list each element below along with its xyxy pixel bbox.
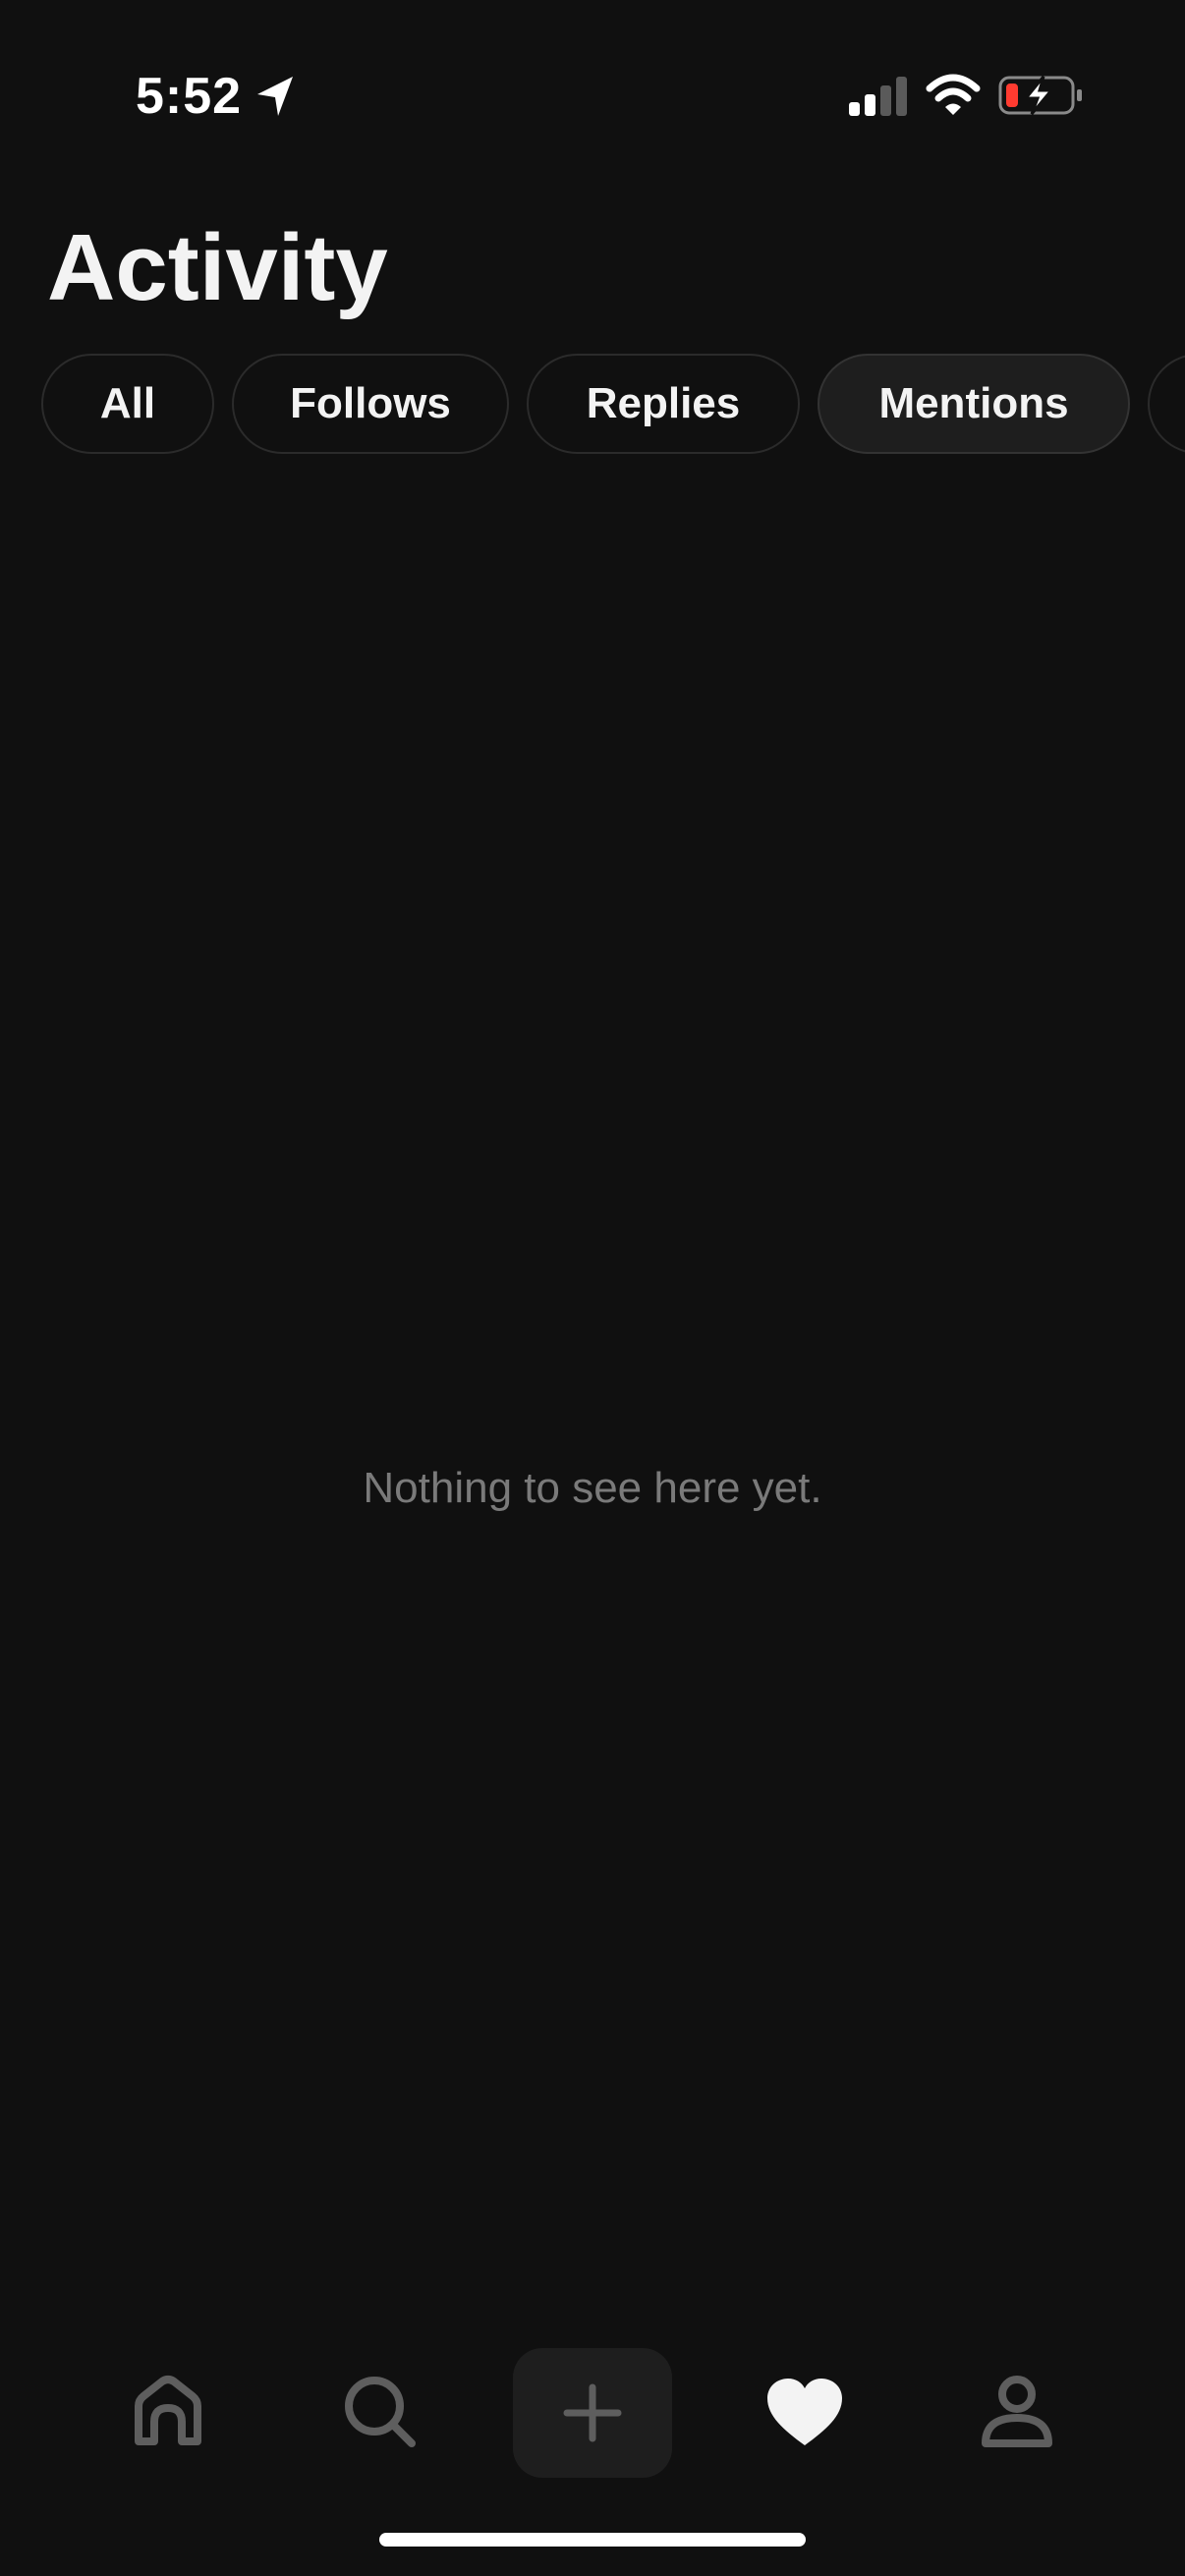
empty-state-message: Nothing to see here yet. (363, 1464, 822, 1512)
filter-chip-all[interactable]: All (41, 354, 214, 454)
status-bar: 5:52 (0, 0, 1185, 187)
filter-chip-mentions[interactable]: Mentions (818, 354, 1130, 454)
plus-icon (563, 2383, 622, 2442)
signal-icon (849, 77, 907, 116)
filter-chip-follows[interactable]: Follows (232, 354, 509, 454)
filter-chip-replies[interactable]: Replies (527, 354, 800, 454)
tab-create[interactable] (513, 2348, 672, 2478)
tab-activity[interactable] (741, 2338, 869, 2486)
tab-profile[interactable] (953, 2338, 1081, 2486)
status-time: 5:52 (136, 68, 243, 125)
tab-search[interactable] (316, 2338, 444, 2486)
profile-icon (982, 2376, 1052, 2447)
filter-chip-more[interactable] (1148, 354, 1185, 454)
wifi-icon (926, 74, 981, 115)
battery-charging-icon (998, 76, 1082, 115)
search-icon (345, 2377, 416, 2447)
home-icon (135, 2376, 201, 2445)
filter-chips: All Follows Replies Mentions (41, 354, 1185, 458)
bottom-tab-bar (0, 2338, 1185, 2486)
home-indicator (379, 2533, 806, 2547)
location-arrow-icon (257, 77, 293, 116)
tab-home[interactable] (104, 2338, 232, 2486)
page-title: Activity (47, 215, 388, 320)
heart-icon (767, 2379, 842, 2445)
